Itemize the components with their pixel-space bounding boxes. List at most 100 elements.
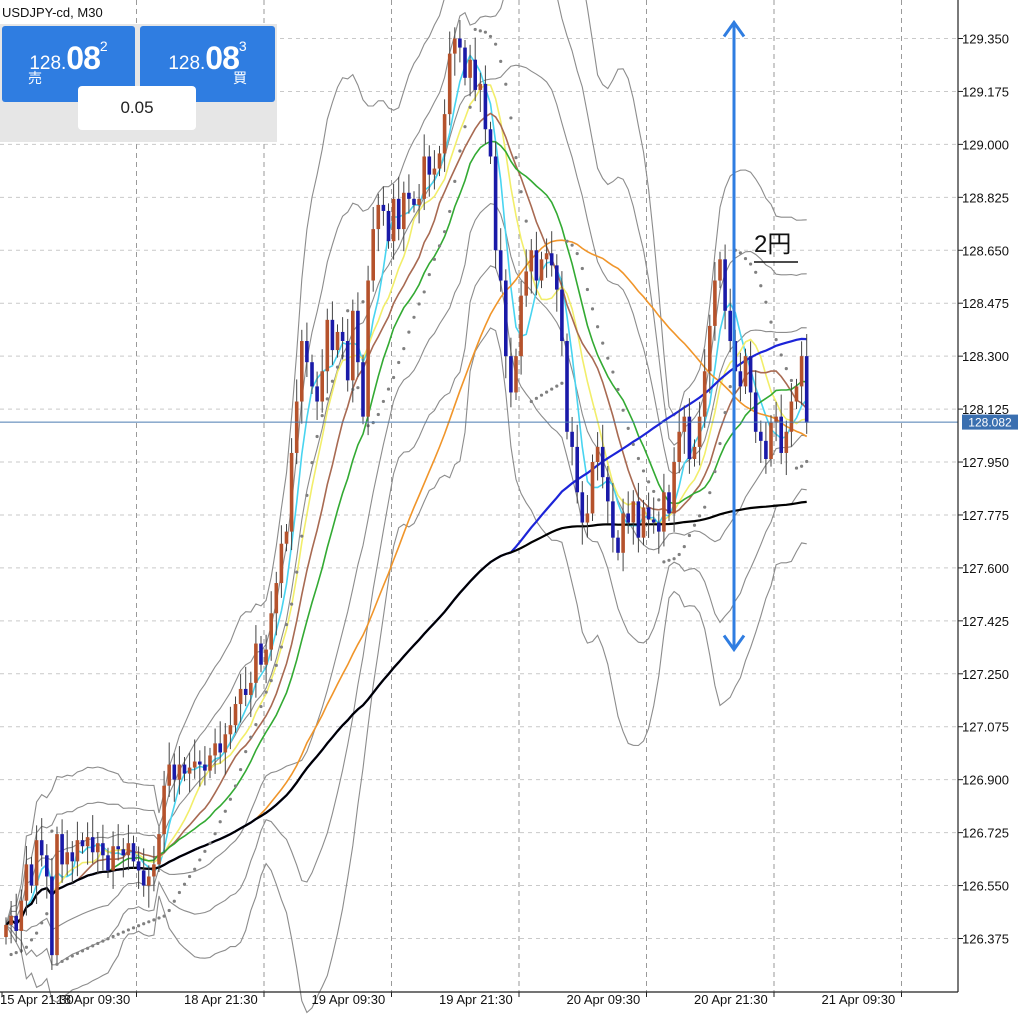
candle-bear [575,446,579,493]
candle-bull [585,513,590,523]
candle-bull [249,682,253,695]
candle-bear [473,59,477,90]
y-tick-label: 126.550 [962,879,1009,894]
sar-dot [75,951,79,956]
candle-bear [407,192,411,199]
sar-dot [463,125,467,129]
candle-bear [498,250,503,281]
y-tick-label: 127.600 [962,561,1009,576]
candle-bear [728,310,732,342]
sar-dot [116,932,120,936]
price-chart[interactable]: 2円 129.350129.175129.000128.825128.65012… [0,0,1024,1016]
sar-dot [381,399,385,404]
candle-bear [488,129,493,157]
candle-bull [351,310,355,381]
candle-bull [402,192,406,230]
symbol-label: USDJPY-cd, M30 [2,5,103,20]
sar-dot [70,954,74,958]
candle-bull [152,864,156,877]
candle-bull [784,431,789,453]
candle-bear [753,392,758,432]
sar-dot [580,266,584,271]
candle-bear [463,47,467,78]
y-tick-label: 129.350 [962,32,1009,47]
candle-bear [141,870,146,886]
sar-dot [657,498,661,502]
candle-bull [55,834,59,956]
candle-bull [713,280,717,326]
one-click-trading-panel: 128.082 売 128.083 買 0.05 [0,24,277,142]
sar-dot [188,874,192,879]
candle-bear [483,83,488,130]
candle-bull [432,168,437,175]
sar-dot [524,219,528,223]
sar-dot [402,347,406,351]
sar-dot [397,360,401,365]
candle-bull [391,198,396,242]
sar-dot [794,466,799,470]
candle-bear [611,501,615,538]
sar-dot [621,408,625,412]
sar-dot [29,938,34,942]
sar-dot [764,300,768,304]
sar-dot [290,602,294,606]
candle-bear [504,280,508,357]
sar-dot [473,27,477,32]
sar-dot [565,239,569,243]
y-tick-label: 127.075 [962,720,1009,735]
candle-bull [223,734,228,753]
sar-dot [335,365,340,369]
candle-bear [626,513,630,523]
sar-dot [458,149,462,153]
sar-dot [779,353,783,357]
sar-dot [789,378,794,383]
candle-bull [442,114,447,154]
candle-bear [182,764,187,774]
candle-bull [289,452,294,532]
sar-dot [443,230,447,234]
candle-bear [39,840,44,856]
y-tick-label: 128.650 [962,243,1009,258]
sar-dot [662,560,666,564]
y-tick-label: 128.300 [962,349,1009,364]
candle-bear [218,743,222,753]
time-axis: 15 Apr 21:3018 Apr 09:30 18 Apr 21:30 19 A… [0,992,902,1007]
candle-bull [279,543,284,584]
sar-dot [708,491,712,495]
sar-dot [9,952,13,957]
sar-dot [233,784,238,788]
sar-dot [677,552,681,557]
sell-price-big: 08 [66,40,101,76]
candle-bull [126,843,131,856]
candle-bull [24,864,29,901]
candle-bear [565,341,569,432]
sar-dot [616,387,620,392]
candle-bear [131,843,136,862]
candle-bear [804,356,809,423]
candle-bull [524,271,528,296]
candle-bull [213,743,217,756]
sar-dot [432,257,436,261]
sar-dot [310,461,314,465]
candle-bull [147,876,151,886]
sell-label: 売 [28,70,42,86]
sar-dot [626,426,630,431]
sar-dot [636,456,641,461]
candle-bear [381,204,386,211]
candle-bull [702,371,707,417]
x-tick-label: 19 Apr 21:30 [439,992,513,1007]
sar-dot [585,287,590,292]
sar-dot [300,534,304,538]
candle-bull [4,924,8,937]
sar-dot [177,890,181,895]
candle-bull [437,153,442,169]
sar-dot [96,941,100,946]
sar-dot [279,645,283,649]
sar-dot [111,934,115,939]
sar-dot [254,722,258,727]
sar-dot [545,390,549,394]
candle-bull [682,416,687,432]
candle-bear [748,356,753,393]
candle-bull [468,59,472,78]
sell-price: 128.082 [2,38,135,77]
